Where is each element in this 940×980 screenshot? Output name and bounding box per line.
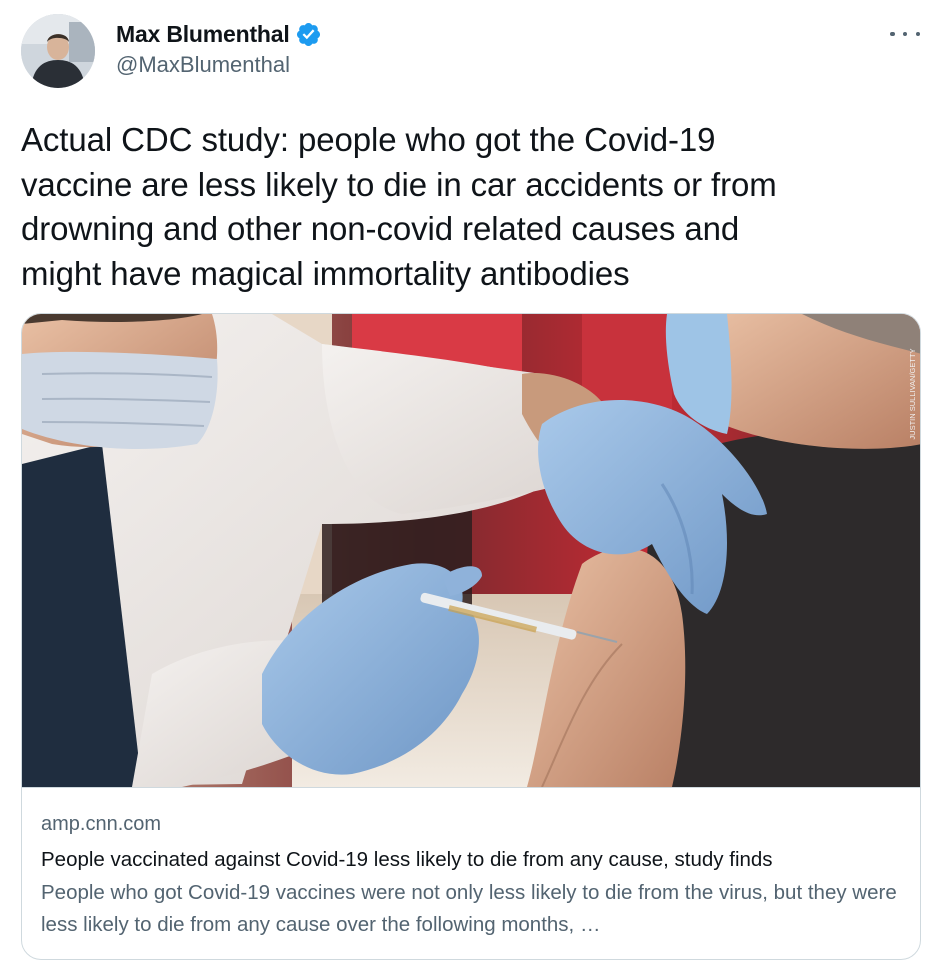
ellipsis-icon[interactable]	[890, 22, 920, 46]
avatar-image	[21, 14, 95, 88]
link-card-title: People vaccinated against Covid-19 less …	[41, 848, 773, 871]
display-name[interactable]: Max Blumenthal	[116, 21, 290, 48]
tweet-text: Actual CDC study: people who got the Cov…	[21, 121, 777, 292]
vaccination-photo: JUSTIN SULLIVAN/GETTY	[22, 314, 920, 787]
tweet: Max Blumenthal @MaxBlumenthal Actual CDC…	[0, 0, 940, 980]
dot	[915, 31, 920, 37]
link-card[interactable]: JUSTIN SULLIVAN/GETTY amp.cnn.com People…	[21, 313, 921, 960]
link-card-domain: amp.cnn.com	[41, 813, 162, 835]
dot	[902, 31, 908, 37]
name-row: Max Blumenthal	[116, 16, 322, 52]
photo-credit: JUSTIN SULLIVAN/GETTY	[908, 348, 917, 439]
link-card-image: JUSTIN SULLIVAN/GETTY	[22, 314, 920, 788]
verified-badge-icon	[295, 21, 322, 48]
author-block: Max Blumenthal @MaxBlumenthal	[116, 16, 322, 78]
link-card-description: People who got Covid-19 vaccines were no…	[41, 881, 897, 936]
avatar[interactable]	[21, 14, 95, 88]
dot	[890, 31, 895, 37]
handle[interactable]: @MaxBlumenthal	[116, 52, 322, 78]
link-card-meta: amp.cnn.com People vaccinated against Co…	[41, 809, 911, 941]
